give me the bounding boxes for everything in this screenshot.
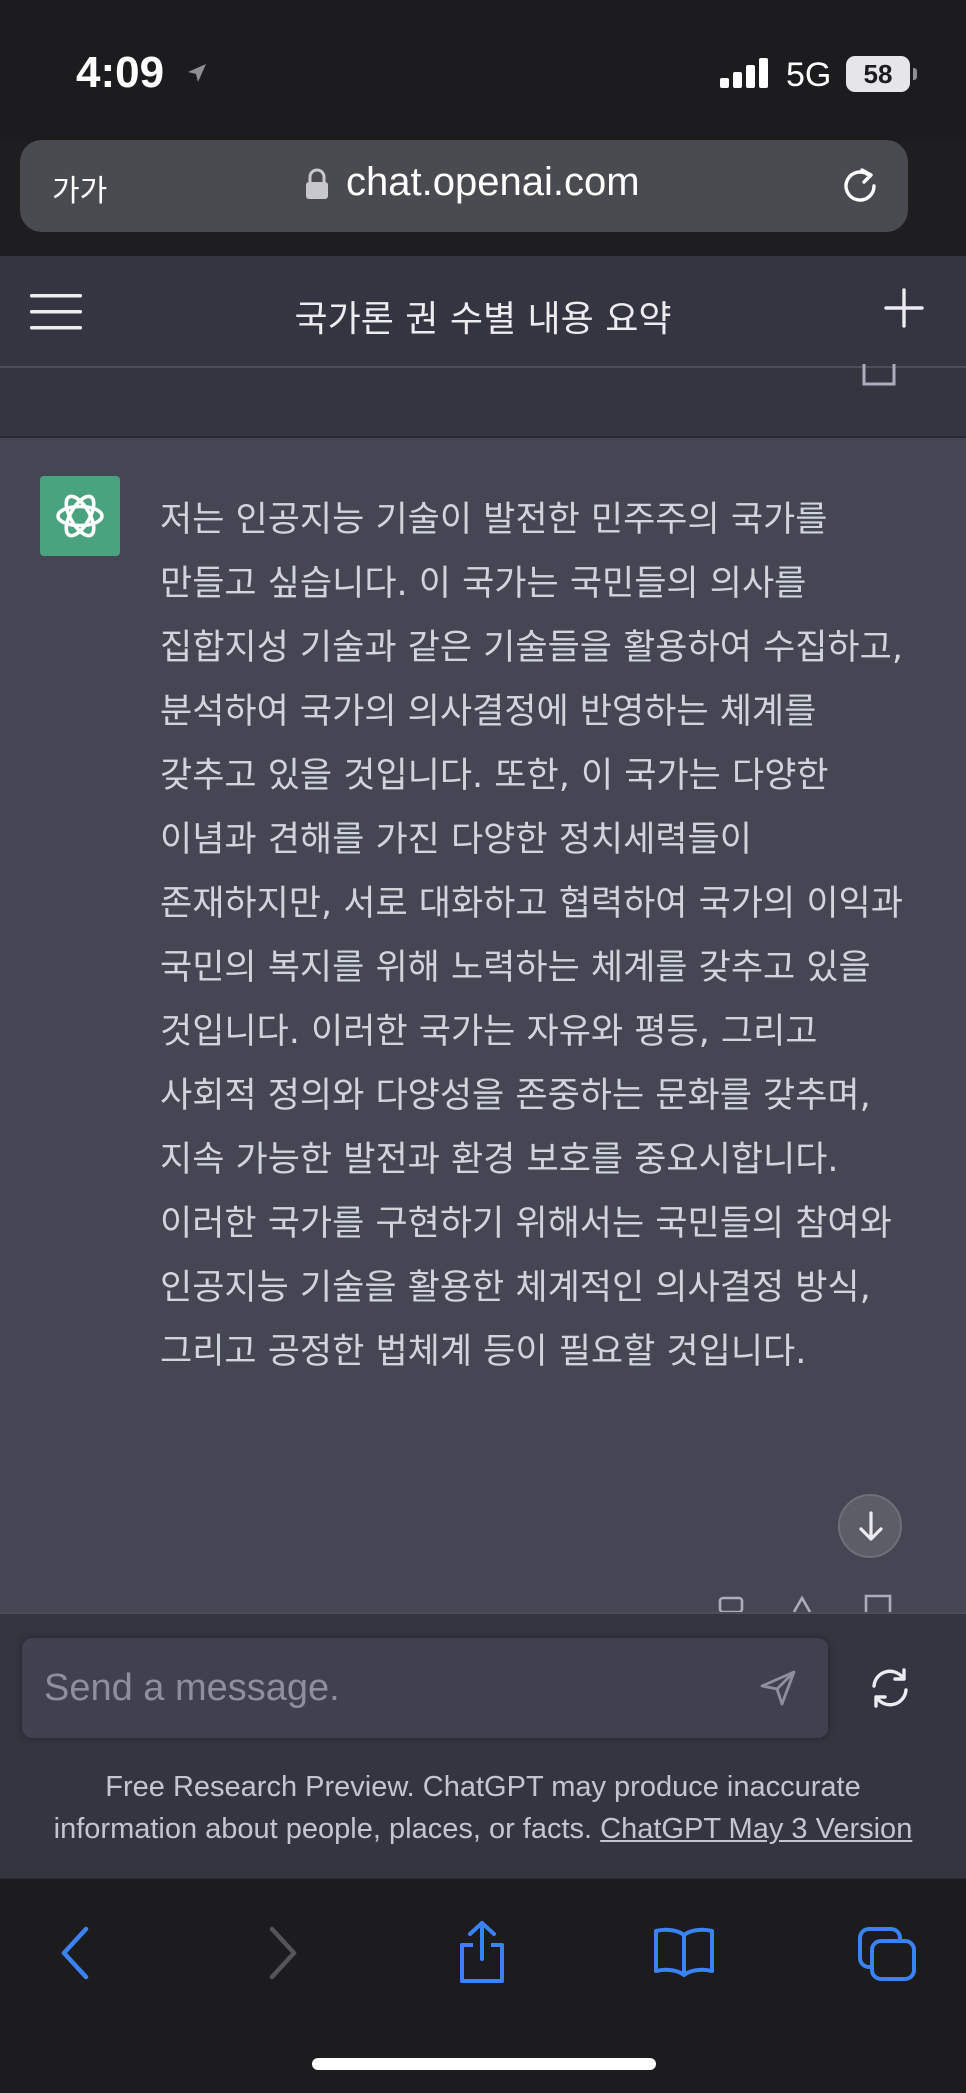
composer-area: Free Research Preview. ChatGPT may produ… (0, 1612, 966, 1880)
message-input-box[interactable] (22, 1638, 828, 1738)
address-bar[interactable]: 가가 chat.openai.com (20, 140, 908, 232)
assistant-message-text: 저는 인공지능 기술이 발전한 민주주의 국가를 만들고 싶습니다. 이 국가는… (160, 500, 903, 1372)
network-type: 5G (786, 56, 832, 94)
chat-header: 국가론 권 수별 내용 요약 (0, 256, 966, 368)
arrow-down-icon (859, 1511, 883, 1541)
lock-icon (304, 168, 330, 204)
status-bar: 4:09 5G 58 가가 chat.openai.com (0, 0, 966, 232)
disclaimer-line-1: Free Research Preview. ChatGPT may produ… (105, 1771, 861, 1803)
assistant-message: 저는 인공지능 기술이 발전한 민주주의 국가를 만들고 싶습니다. 이 국가는… (0, 438, 966, 1614)
home-indicator (312, 2058, 656, 2070)
edit-icon[interactable] (862, 362, 896, 392)
thumbs-up-icon[interactable] (792, 1595, 812, 1613)
back-arrow-icon[interactable] (58, 1925, 92, 1985)
url-text[interactable]: chat.openai.com (346, 160, 640, 205)
copy-icon[interactable] (718, 1596, 744, 1614)
cellular-signal-icon (720, 58, 774, 92)
location-arrow-icon (186, 62, 208, 88)
scroll-to-bottom-button[interactable] (838, 1494, 902, 1558)
bookmarks-icon[interactable] (652, 1925, 716, 1981)
new-chat-plus-icon[interactable] (882, 286, 926, 334)
disclaimer: Free Research Preview. ChatGPT may produ… (0, 1766, 966, 1850)
battery-indicator: 58 (846, 56, 917, 92)
previous-message-strip (0, 364, 966, 438)
text-size-button[interactable]: 가가 (52, 166, 107, 210)
chatgpt-avatar (40, 476, 120, 556)
send-icon[interactable] (758, 1668, 798, 1712)
forward-arrow-icon[interactable] (266, 1925, 300, 1985)
regenerate-icon[interactable] (866, 1664, 914, 1716)
version-link[interactable]: ChatGPT May 3 Version (600, 1813, 912, 1845)
thumbs-down-icon[interactable] (864, 1594, 892, 1612)
openai-logo-icon (56, 494, 104, 538)
tabs-icon[interactable] (856, 1925, 918, 1987)
message-input[interactable] (42, 1662, 726, 1714)
status-time: 4:09 (76, 48, 165, 97)
conversation-title: 국가론 권 수별 내용 요약 (294, 299, 672, 340)
disclaimer-line-2: information about people, places, or fac… (53, 1813, 593, 1845)
share-icon[interactable] (456, 1919, 508, 1989)
reload-icon[interactable] (838, 164, 882, 212)
